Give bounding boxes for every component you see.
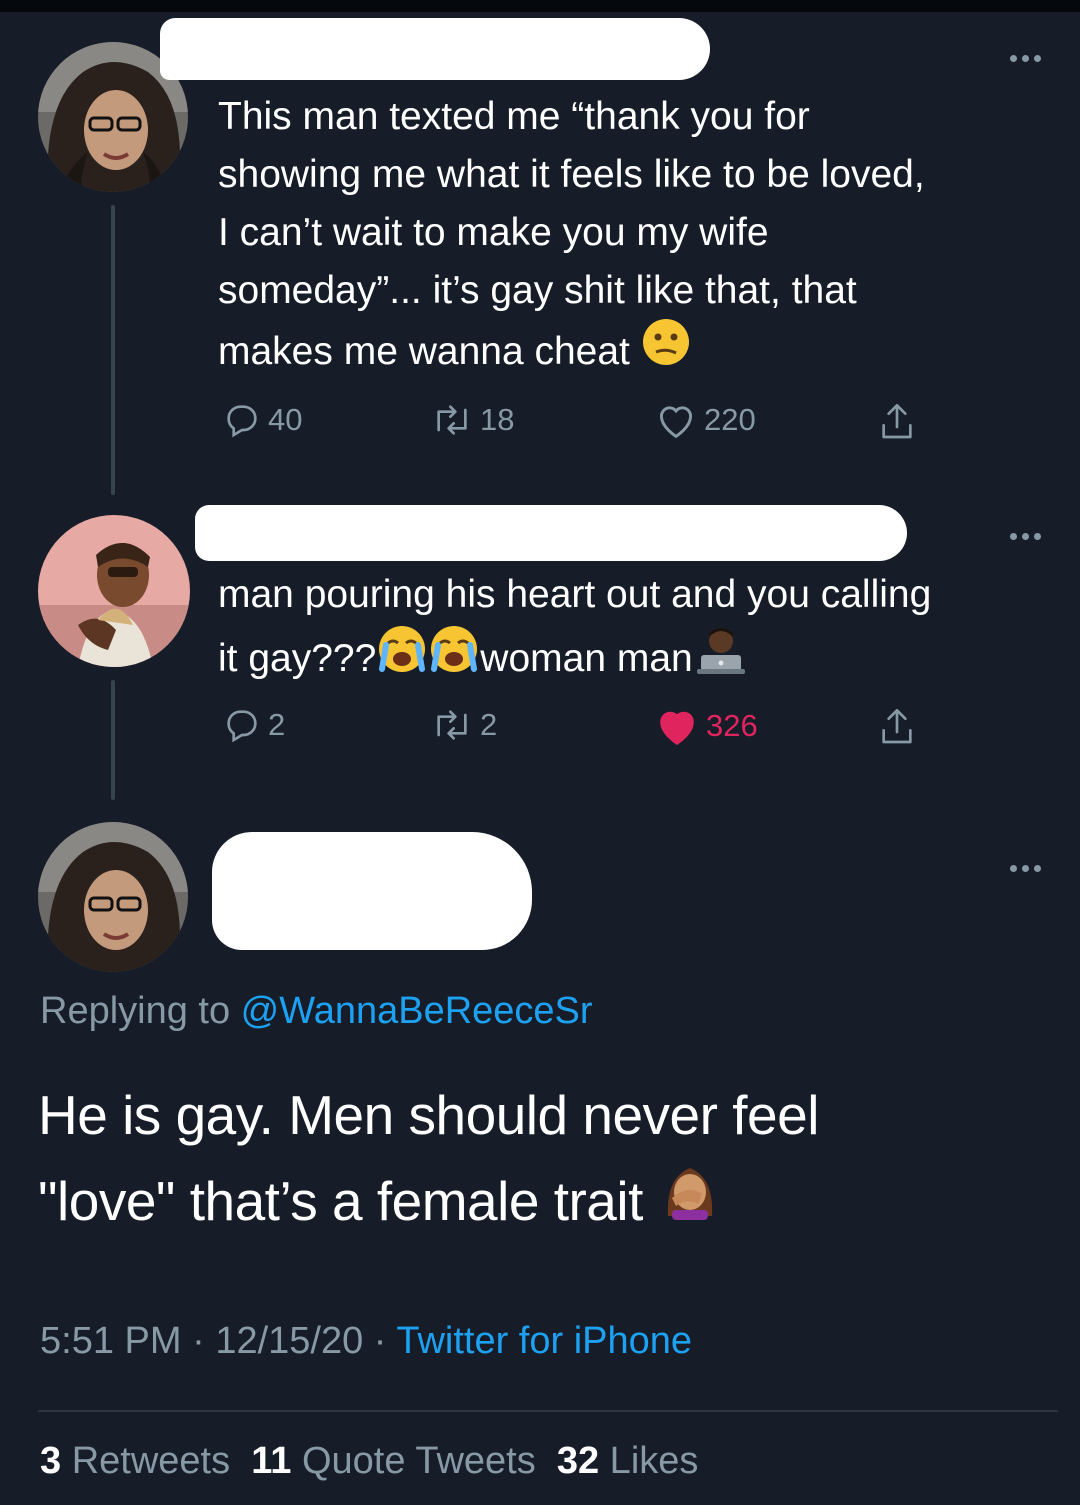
- like-count: 220: [704, 402, 756, 437]
- reply-count: 40: [268, 402, 303, 437]
- loudly-crying-face-icon: [376, 623, 428, 692]
- reply-icon: [227, 405, 257, 438]
- retweet-count: 2: [480, 707, 498, 742]
- woman-facepalming-icon: [658, 1158, 722, 1246]
- reply-button[interactable]: 2: [222, 705, 285, 745]
- tweet-actions: 40 18 220: [222, 400, 942, 450]
- reply-count: 2: [268, 707, 286, 742]
- tweet-time: 5:51 PM: [40, 1320, 182, 1362]
- more-options-icon[interactable]: [1010, 862, 1050, 874]
- tweet-line: it gay???: [218, 636, 377, 680]
- main-tweet-line: "love" that’s a female trait: [38, 1170, 643, 1232]
- replying-to: Replying to @WannaBeReeceSr: [40, 990, 593, 1033]
- quotes-label: Quote Tweets: [291, 1440, 557, 1482]
- likes-label: Likes: [599, 1440, 699, 1482]
- redacted-name: [160, 18, 710, 80]
- tweet-actions: 2 2 326: [222, 705, 942, 755]
- tweet-stats: 3 Retweets 11 Quote Tweets 32 Likes: [40, 1440, 698, 1483]
- top-edge: [0, 0, 1080, 12]
- tweet-text: man pouring his heart out and you callin…: [218, 566, 1078, 697]
- heart-icon: [660, 406, 692, 439]
- retweets-count: 3: [40, 1440, 62, 1482]
- retweet-count: 18: [480, 402, 515, 437]
- separator: ·: [363, 1320, 397, 1362]
- main-tweet-line: He is gay. Men should never feel: [38, 1084, 819, 1146]
- avatar[interactable]: [38, 515, 190, 667]
- likes-count: 32: [556, 1440, 600, 1482]
- redacted-name: [195, 505, 907, 561]
- likes-stat[interactable]: 32 Likes: [557, 1440, 699, 1482]
- retweets-label: Retweets: [61, 1440, 252, 1482]
- tweet-metadata: 5:51 PM · 12/15/20 · Twitter for iPhone: [40, 1320, 692, 1363]
- more-options-icon[interactable]: [1010, 52, 1050, 64]
- reply-icon: [227, 710, 257, 743]
- thread-connector: [111, 680, 115, 800]
- share-icon: [882, 404, 912, 439]
- tweet-text: This man texted me “thank you for showin…: [218, 88, 1068, 387]
- retweets-stat[interactable]: 3 Retweets: [40, 1440, 251, 1482]
- confused-face-icon: [641, 317, 691, 384]
- loudly-crying-face-icon: [428, 623, 480, 692]
- tweet-thread: This man texted me “thank you for showin…: [0, 0, 1080, 1505]
- redacted-name: [212, 832, 532, 950]
- retweet-button[interactable]: 2: [430, 705, 497, 745]
- reply-handle-link[interactable]: @WannaBeReeceSr: [241, 990, 593, 1032]
- avatar[interactable]: [38, 822, 188, 972]
- share-button[interactable]: [877, 400, 917, 444]
- quotes-stat[interactable]: 11 Quote Tweets: [251, 1440, 557, 1482]
- man-technologist-icon: [693, 621, 749, 694]
- retweet-icon: [437, 405, 467, 435]
- quotes-count: 11: [251, 1440, 292, 1482]
- thread-connector: [111, 205, 115, 495]
- tweet-body: This man texted me “thank you for showin…: [218, 95, 925, 373]
- like-button[interactable]: 220: [654, 400, 756, 440]
- tweet-line: man pouring his heart out and you callin…: [218, 573, 932, 616]
- like-button[interactable]: 326: [654, 705, 758, 747]
- more-options-icon[interactable]: [1010, 530, 1050, 542]
- heart-filled-icon: [660, 711, 694, 745]
- separator: ·: [181, 1320, 216, 1362]
- retweet-button[interactable]: 18: [430, 400, 514, 440]
- main-tweet-text: He is gay. Men should never feel "love" t…: [38, 1072, 1038, 1249]
- share-icon: [882, 709, 912, 744]
- retweet-icon: [437, 710, 467, 740]
- tweet-date: 12/15/20: [215, 1320, 364, 1362]
- share-button[interactable]: [877, 705, 917, 749]
- reply-button[interactable]: 40: [222, 400, 302, 440]
- replying-label: Replying to: [40, 990, 241, 1032]
- divider: [38, 1410, 1058, 1412]
- tweet-source-link[interactable]: Twitter for iPhone: [396, 1320, 692, 1362]
- tweet-line: woman man: [480, 636, 693, 680]
- like-count: 326: [706, 708, 758, 743]
